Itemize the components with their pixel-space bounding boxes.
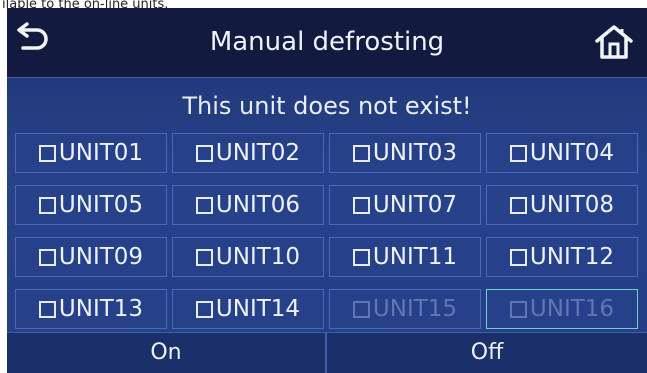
header-bar: Manual defrosting — [7, 8, 647, 78]
unit-checkbox-16[interactable]: UNIT16 — [486, 289, 638, 329]
unit-label: UNIT02 — [215, 140, 301, 166]
checkbox-icon — [509, 196, 527, 214]
checkbox-icon — [352, 196, 370, 214]
unit-label: UNIT04 — [529, 140, 615, 166]
unit-label: UNIT13 — [58, 296, 144, 322]
unit-label: UNIT11 — [372, 244, 458, 270]
defrost-screen: Manual defrosting This unit does not exi… — [7, 8, 647, 373]
unit-grid: UNIT01 UNIT02 UNIT03 UNIT04 UNIT05 UNIT0… — [15, 133, 647, 329]
on-button[interactable]: On — [7, 333, 325, 373]
unit-checkbox-10[interactable]: UNIT10 — [172, 237, 324, 277]
checkbox-icon — [38, 300, 56, 318]
unit-checkbox-04[interactable]: UNIT04 — [486, 133, 638, 173]
unit-label: UNIT03 — [372, 140, 458, 166]
unit-checkbox-02[interactable]: UNIT02 — [172, 133, 324, 173]
unit-label: UNIT15 — [372, 296, 458, 322]
checkbox-icon — [38, 196, 56, 214]
unit-checkbox-15[interactable]: UNIT15 — [329, 289, 481, 329]
checkbox-icon — [195, 144, 213, 162]
unit-checkbox-05[interactable]: UNIT05 — [15, 185, 167, 225]
checkbox-icon — [352, 300, 370, 318]
unit-checkbox-01[interactable]: UNIT01 — [15, 133, 167, 173]
page-title: Manual defrosting — [209, 27, 445, 57]
unit-label: UNIT07 — [372, 192, 458, 218]
unit-label: UNIT10 — [215, 244, 301, 270]
unit-label: UNIT14 — [215, 296, 301, 322]
unit-checkbox-14[interactable]: UNIT14 — [172, 289, 324, 329]
checkbox-icon — [509, 300, 527, 318]
unit-checkbox-11[interactable]: UNIT11 — [329, 237, 481, 277]
back-arrow-icon[interactable] — [15, 22, 53, 60]
checkbox-icon — [352, 248, 370, 266]
checkbox-icon — [38, 144, 56, 162]
unit-label: UNIT08 — [529, 192, 615, 218]
unit-checkbox-13[interactable]: UNIT13 — [15, 289, 167, 329]
unit-checkbox-03[interactable]: UNIT03 — [329, 133, 481, 173]
unit-checkbox-12[interactable]: UNIT12 — [486, 237, 638, 277]
unit-checkbox-08[interactable]: UNIT08 — [486, 185, 638, 225]
checkbox-icon — [509, 144, 527, 162]
footer-bar: On Off — [7, 332, 647, 373]
checkbox-icon — [509, 248, 527, 266]
unit-label: UNIT01 — [58, 140, 144, 166]
unit-label: UNIT05 — [58, 192, 144, 218]
unit-checkbox-07[interactable]: UNIT07 — [329, 185, 481, 225]
checkbox-icon — [195, 248, 213, 266]
checkbox-icon — [195, 196, 213, 214]
unit-label: UNIT12 — [529, 244, 615, 270]
status-message: This unit does not exist! — [182, 92, 472, 120]
off-button[interactable]: Off — [327, 333, 647, 373]
checkbox-icon — [195, 300, 213, 318]
home-icon[interactable] — [593, 23, 635, 61]
unit-label: UNIT06 — [215, 192, 301, 218]
checkbox-icon — [352, 144, 370, 162]
unit-checkbox-06[interactable]: UNIT06 — [172, 185, 324, 225]
unit-label: UNIT16 — [529, 296, 615, 322]
unit-label: UNIT09 — [58, 244, 144, 270]
unit-checkbox-09[interactable]: UNIT09 — [15, 237, 167, 277]
checkbox-icon — [38, 248, 56, 266]
